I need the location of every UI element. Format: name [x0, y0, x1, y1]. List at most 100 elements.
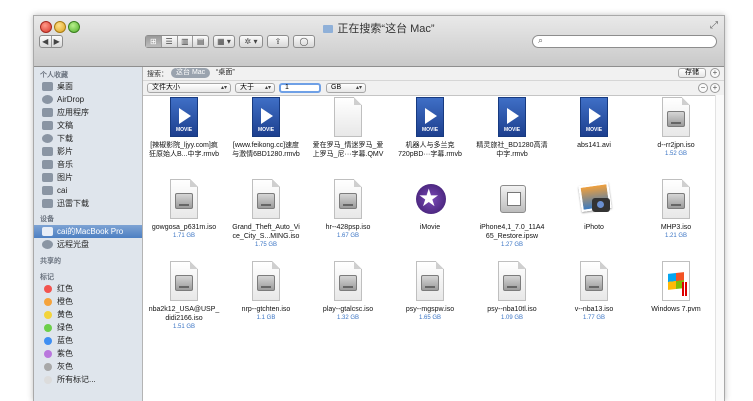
- sidebar-tag-purple[interactable]: 紫色: [34, 347, 142, 360]
- file-name: nrp--gtchten.iso: [241, 306, 291, 313]
- file-item[interactable]: v--nba13.iso 1.77 GB: [553, 261, 635, 322]
- sidebar-item-remote-disc[interactable]: 远程光盘: [34, 238, 142, 251]
- share-button[interactable]: ⇪: [267, 35, 289, 48]
- file-item[interactable]: 爱在罗马_情迷罗马_爱 上罗马_尼···字幕.QMV: [307, 97, 389, 159]
- tags-header: 标记: [40, 274, 54, 281]
- sidebar-item-applications[interactable]: 应用程序: [34, 106, 142, 119]
- file-size: 1.1 GB: [256, 315, 276, 321]
- tag-dot-icon: [44, 375, 52, 384]
- sidebar-item-movies[interactable]: 影片: [34, 145, 142, 158]
- sidebar-item-desktop[interactable]: 桌面: [34, 80, 142, 93]
- sidebar-item-documents[interactable]: 文稿: [34, 119, 142, 132]
- disk-image-icon: [331, 261, 365, 303]
- forward-button[interactable]: ▶: [52, 36, 63, 47]
- back-forward-control: ◀ ▶: [39, 35, 63, 48]
- tag-dot-icon: [44, 349, 52, 358]
- file-item[interactable]: iPhoto: [553, 179, 635, 232]
- tag-dot-icon: [44, 310, 52, 319]
- scope-desktop[interactable]: “桌面”: [211, 68, 240, 78]
- file-item[interactable]: MOVIE 精灵旅社_BD1280高清 中字.rmvb: [471, 97, 553, 159]
- action-gear-button[interactable]: ✲ ▾: [239, 35, 263, 48]
- title-bar: 正在搜索“这台 Mac” ⤢ ◀ ▶ ⊞ ☰ ▥ ▤ ▦ ▾ ✲ ▾ ⇪ ◯ ⌕: [34, 16, 724, 67]
- attribute-select[interactable]: 文件大小 ▴▾: [147, 83, 231, 93]
- icon-view-button[interactable]: ⊞: [146, 36, 162, 47]
- fullscreen-icon[interactable]: ⤢: [710, 20, 718, 31]
- search-icon: ⌕: [538, 35, 544, 45]
- file-item[interactable]: play--gtalcsc.iso 1.32 GB: [307, 261, 389, 322]
- file-item[interactable]: nba2k12_USA@USP_ didi2166.iso 1.51 GB: [143, 261, 225, 331]
- save-search-button[interactable]: 存储: [678, 68, 706, 78]
- file-name: 精灵旅社_BD1280高清 中字.rmvb: [476, 142, 548, 158]
- sidebar-item-airdrop[interactable]: AirDrop: [34, 93, 142, 106]
- file-name: nba2k12_USA@USP_ didi2166.iso: [148, 306, 220, 322]
- iphoto-app-icon: [577, 179, 612, 221]
- sidebar-tag-yellow[interactable]: 黄色: [34, 308, 142, 321]
- tag-dot-icon: [44, 297, 52, 306]
- file-item[interactable]: psy--mgspw.iso 1.65 GB: [389, 261, 471, 322]
- disk-image-icon: [249, 179, 283, 221]
- column-view-button[interactable]: ▥: [178, 36, 194, 47]
- file-size: 1.75 GB: [254, 242, 277, 248]
- file-item[interactable]: psy--nba10tl.iso 1.09 GB: [471, 261, 553, 322]
- unit-select[interactable]: GB ▴▾: [326, 83, 366, 93]
- file-item[interactable]: hr--428psp.iso 1.67 GB: [307, 179, 389, 240]
- file-item[interactable]: nrp--gtchten.iso 1.1 GB: [225, 261, 307, 322]
- airdrop-icon: [42, 95, 53, 104]
- folder-icon: [323, 25, 334, 33]
- music-icon: [42, 160, 53, 169]
- add-criteria-button[interactable]: +: [710, 83, 720, 93]
- movie-file-icon: MOVIE: [577, 97, 611, 139]
- file-name: hr--428psp.iso: [325, 224, 371, 231]
- main-content: 搜索： 这台 Mac “桌面” 存储 + 文件大小 ▴▾ 大于 ▴▾ 1 GB ▴▾ …: [143, 67, 724, 401]
- view-mode-control: ⊞ ☰ ▥ ▤: [145, 35, 209, 48]
- sidebar-tag-orange[interactable]: 橙色: [34, 295, 142, 308]
- sidebar-tag-green[interactable]: 绿色: [34, 321, 142, 334]
- file-item[interactable]: d--rr2jpn.iso 1.52 GB: [635, 97, 717, 158]
- file-name: [www.feikong.cc]速度 与激情6BD1280.rmvb: [232, 142, 300, 158]
- arrange-button[interactable]: ▦ ▾: [213, 35, 235, 48]
- file-item[interactable]: gowgosa_p631m.iso 1.71 GB: [143, 179, 225, 240]
- favorites-header: 个人收藏: [40, 72, 68, 79]
- file-name: psy--nba10tl.iso: [487, 306, 537, 313]
- sidebar-item-home[interactable]: cai: [34, 184, 142, 197]
- file-item[interactable]: MOVIE abs141.avi: [553, 97, 635, 150]
- file-item[interactable]: MOVIE [www.feikong.cc]速度 与激情6BD1280.rmvb: [225, 97, 307, 159]
- installer-package-icon: [495, 179, 529, 221]
- movie-file-icon: MOVIE: [167, 97, 201, 139]
- file-item[interactable]: MHP3.iso 1.21 GB: [635, 179, 717, 240]
- disk-image-icon: [659, 179, 693, 221]
- scope-this-mac[interactable]: 这台 Mac: [171, 68, 211, 78]
- tag-button[interactable]: ◯: [293, 35, 315, 48]
- list-view-button[interactable]: ☰: [162, 36, 178, 47]
- vertical-scrollbar[interactable]: [715, 95, 724, 401]
- file-item[interactable]: MOVIE [辣椒影院_ljyy.com]疯 狂原始人B...中字.rmvb: [143, 97, 225, 159]
- sidebar-item-music[interactable]: 音乐: [34, 158, 142, 171]
- file-item[interactable]: Windows 7.pvm: [635, 261, 717, 314]
- file-item[interactable]: iPhone4,1_7.0_11A4 65_Restore.ipsw 1.27 GB: [471, 179, 553, 249]
- disk-image-icon: [167, 261, 201, 303]
- disk-image-icon: [413, 261, 447, 303]
- sidebar-item-downloads[interactable]: 下载: [34, 132, 142, 145]
- back-button[interactable]: ◀: [40, 36, 52, 47]
- sidebar-item-macbook-pro[interactable]: cai的MacBook Pro: [34, 225, 142, 238]
- remove-criteria-button[interactable]: −: [698, 83, 708, 93]
- size-value-input[interactable]: 1: [279, 83, 321, 93]
- file-name: iMovie: [419, 224, 441, 231]
- search-input[interactable]: ⌕: [532, 35, 717, 48]
- sidebar-item-xunlei-downloads[interactable]: 迅雷下载: [34, 197, 142, 210]
- cover-flow-button[interactable]: ▤: [193, 36, 208, 47]
- sidebar-tag-blue[interactable]: 蓝色: [34, 334, 142, 347]
- add-criteria-button[interactable]: +: [710, 68, 720, 78]
- movies-icon: [42, 147, 53, 156]
- operator-select[interactable]: 大于 ▴▾: [235, 83, 275, 93]
- sidebar-tag-red[interactable]: 红色: [34, 282, 142, 295]
- file-item[interactable]: Grand_Theft_Auto_Vi ce_City_S...MING.iso 1…: [225, 179, 307, 249]
- sidebar-tag-gray[interactable]: 灰色: [34, 360, 142, 373]
- disk-image-icon: [577, 261, 611, 303]
- disk-image-icon: [167, 179, 201, 221]
- file-item[interactable]: MOVIE 机器人与多兰克 720pBD···字幕.rmvb: [389, 97, 471, 159]
- sidebar-all-tags[interactable]: 所有标记...: [34, 373, 142, 386]
- file-item[interactable]: ★ iMovie: [389, 179, 471, 232]
- file-size: 1.65 GB: [418, 315, 441, 321]
- sidebar-item-pictures[interactable]: 图片: [34, 171, 142, 184]
